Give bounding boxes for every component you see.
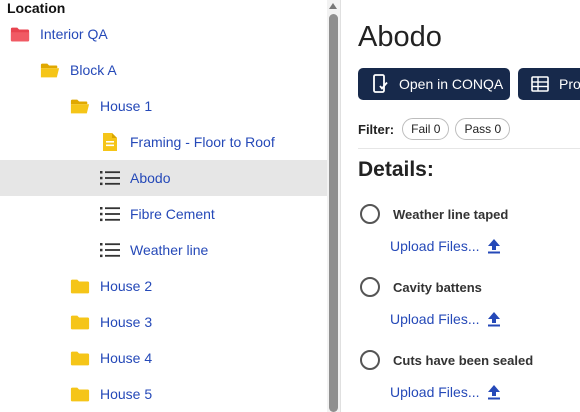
page-title: Abodo <box>358 21 442 53</box>
location-tree-panel: Location Interior QA Block A House 1 Fra… <box>0 0 340 412</box>
upload-files-link[interactable]: Upload Files... <box>390 238 501 254</box>
folder-red-icon <box>10 24 30 44</box>
tree-item-label: House 1 <box>100 98 153 114</box>
tree-item-label: Weather line <box>130 242 209 258</box>
pass-filter-pill[interactable]: Pass 0 <box>455 118 511 140</box>
upload-arrow-icon <box>487 384 501 400</box>
scroll-up-arrow-icon[interactable] <box>329 3 337 9</box>
folder-icon <box>70 384 90 404</box>
check-item-label: Cavity battens <box>393 279 482 295</box>
tree-item-label: House 4 <box>100 350 153 366</box>
tree-item-house-2[interactable]: House 2 <box>0 268 327 304</box>
check-radio[interactable] <box>360 350 380 370</box>
tree-item-label: Framing - Floor to Roof <box>130 134 275 150</box>
tree-item-label: Block A <box>70 62 117 78</box>
folder-icon <box>70 312 90 332</box>
upload-files-label: Upload Files... <box>390 311 480 327</box>
filter-label: Filter: <box>358 121 395 137</box>
fail-filter-pill[interactable]: Fail 0 <box>402 118 450 140</box>
project-button[interactable]: Proje <box>518 68 580 100</box>
tree-item-label: Interior QA <box>40 26 108 42</box>
folder-open-icon <box>40 60 60 80</box>
check-item: Weather line taped <box>360 204 508 224</box>
upload-files-link[interactable]: Upload Files... <box>390 311 501 327</box>
upload-files-label: Upload Files... <box>390 238 480 254</box>
tree-item-weather-line[interactable]: Weather line <box>0 232 327 268</box>
tree-item-house-3[interactable]: House 3 <box>0 304 327 340</box>
check-item: Cuts have been sealed <box>360 350 533 370</box>
tree-item-house-4[interactable]: House 4 <box>0 340 327 376</box>
checklist-icon <box>100 240 120 260</box>
filter-bar: Filter: Fail 0 Pass 0 <box>358 117 516 141</box>
open-in-conqa-label: Open in CONQA <box>399 76 504 92</box>
folder-open-icon <box>70 96 90 116</box>
tree-item-label: House 2 <box>100 278 153 294</box>
check-radio[interactable] <box>360 277 380 297</box>
tree-item-framing[interactable]: Framing - Floor to Roof <box>0 124 327 160</box>
folder-icon <box>70 276 90 296</box>
scrollbar-thumb[interactable] <box>329 14 338 412</box>
location-header: Location <box>7 0 66 16</box>
tree-item-label: House 3 <box>100 314 153 330</box>
check-item: Cavity battens <box>360 277 482 297</box>
tree-item-label: Abodo <box>130 170 171 186</box>
upload-arrow-icon <box>487 238 501 254</box>
upload-arrow-icon <box>487 311 501 327</box>
tree-item-fibre-cement[interactable]: Fibre Cement <box>0 196 327 232</box>
tree-item-house-1[interactable]: House 1 <box>0 88 327 124</box>
document-icon <box>100 132 120 152</box>
tree-item-label: Fibre Cement <box>130 206 215 222</box>
tree-item-label: House 5 <box>100 386 153 402</box>
check-item-label: Cuts have been sealed <box>393 352 534 368</box>
check-item-label: Weather line taped <box>393 206 509 222</box>
details-heading: Details: <box>358 158 434 181</box>
tree-item-block-a[interactable]: Block A <box>0 52 327 88</box>
open-in-conqa-button[interactable]: Open in CONQA <box>358 68 510 100</box>
divider <box>358 148 580 149</box>
app-root: Location Interior QA Block A House 1 Fra… <box>0 0 580 412</box>
checklist-icon <box>100 204 120 224</box>
check-radio[interactable] <box>360 204 380 224</box>
folder-icon <box>70 348 90 368</box>
tree-item-house-5[interactable]: House 5 <box>0 376 327 412</box>
tree-item-abodo[interactable]: Abodo <box>0 160 327 196</box>
upload-files-link[interactable]: Upload Files... <box>390 384 501 400</box>
project-button-label: Proje <box>559 76 580 92</box>
spreadsheet-icon <box>530 74 550 94</box>
upload-files-label: Upload Files... <box>390 384 480 400</box>
details-panel: Abodo Open in CONQA Proje Filter: Fail 0… <box>341 0 580 412</box>
checklist-icon <box>100 168 120 188</box>
mobile-check-icon <box>370 74 390 94</box>
tree-item-interior-qa[interactable]: Interior QA <box>0 16 327 52</box>
